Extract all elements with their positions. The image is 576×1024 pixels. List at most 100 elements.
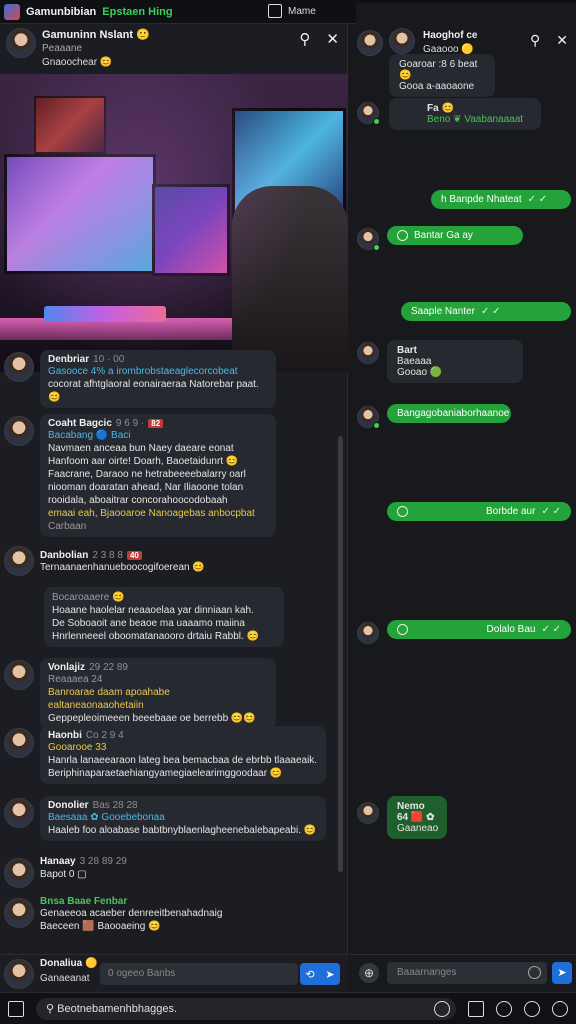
avatar[interactable] [4,660,34,690]
send-icon[interactable]: ➤ [325,968,334,981]
side-message-placeholder: Baaarnanges [397,967,457,978]
message-item[interactable]: Donolier Bas 28 28 Baesaaa ✿ Gooebebonaa … [4,796,326,841]
message-line: Baeaaa [397,356,432,367]
sender-name: Haonbi [48,730,82,741]
scrollbar[interactable] [338,436,343,872]
app-logo-icon [4,3,20,20]
avatar[interactable] [357,228,380,251]
online-indicator [373,244,380,251]
avatar[interactable] [4,798,34,828]
incoming-message[interactable]: Goaroar :8 6 beat 😊 Gooa a-aaoaone [389,54,495,97]
chat-header: Gamuninn Nslant 🙂 Peaaane Gnaoochear 😊 ⚲… [0,24,347,76]
avatar[interactable] [357,622,379,644]
read-receipt-icon: ✓ ✓ [541,624,561,635]
read-receipt-icon: ✓ ✓ [527,194,548,205]
message-text: Bangagobaniaborhaanoe [397,408,510,419]
avatar[interactable] [357,406,380,429]
window-icon[interactable] [468,1001,484,1017]
message-item[interactable]: Danbolian 2 3 8 8 40 Ternaanaenhanueboocog… [40,550,205,574]
avatar[interactable] [4,352,34,382]
message-line: Gooao 🟢 [397,367,443,378]
message-line: Gooarooe 33 [48,742,107,753]
sender-name: Danbolian [40,550,89,561]
window-menu[interactable]: Mame [268,4,316,18]
message-line: Reaaaea 24 [48,674,103,685]
chat-icon[interactable] [524,1001,540,1017]
avatar[interactable] [389,28,415,54]
avatar[interactable] [4,898,34,928]
message-line: niooman doaratan ahead, Nar Iliaoone tol… [48,482,244,493]
status-icon [397,624,408,635]
timestamp: 29 22 89 [89,662,128,673]
timestamp: 2 3 8 8 [92,550,123,561]
close-icon[interactable]: ✕ [326,30,339,48]
search-icon[interactable]: ⚲ [299,30,310,48]
outgoing-message[interactable]: Saaple Nanter ✓ ✓ [401,302,571,321]
send-button[interactable]: ➤ [552,962,572,984]
message-line: rooidala, aboaitrar concorahoocodobaah [48,495,228,506]
avatar[interactable] [4,416,34,446]
search-icon[interactable]: ⚲ [530,32,540,49]
main-chat-panel: Gamuninn Nslant 🙂 Peaaane Gnaoochear 😊 ⚲… [0,24,348,992]
avatar[interactable] [357,342,379,364]
settings-icon[interactable] [434,1001,450,1017]
sender-name: Bnsa Baae Fenbar [40,896,128,907]
message-input[interactable]: 0 ogeeo Banbs [100,963,298,985]
sender-name: Coaht Bagcic [48,418,112,429]
avatar[interactable] [357,802,379,824]
avatar[interactable] [4,959,34,989]
close-icon[interactable]: ✕ [556,32,568,49]
avatar[interactable] [357,30,383,56]
message-text: Saaple Nanter [411,306,475,317]
message-item[interactable]: Denbriar 10 · 00 Gasooce 4% a irombrobsta… [4,350,276,408]
send-button[interactable]: ⟲ ➤ [300,963,340,985]
outgoing-message[interactable]: Bangagobaniaborhaanoe [387,404,511,423]
message-line: Ternaanaenhanueboocogifoerean 😊 [40,562,205,573]
sender-name: Hanaay [40,856,76,867]
avatar[interactable] [4,728,34,758]
incoming-message[interactable]: Nemo 64 🟥 ✿ Gaaneao [387,796,447,839]
message-item[interactable]: Bnsa Baae Fenbar Genaeeoa acaeber denree… [4,896,222,933]
user-icon[interactable] [552,1001,568,1017]
add-icon[interactable]: ⊕ [359,963,379,983]
outgoing-message[interactable]: Dolalo Bau ✓ ✓ [387,620,571,639]
side-chat-title: Haoghof ce [423,30,478,41]
message-item[interactable]: Vonlajiz 29 22 89 Reaaaea 24 Banroarae da… [4,658,276,729]
status-icon [397,506,408,517]
avatar[interactable] [4,546,34,576]
avatar[interactable] [357,102,380,125]
outgoing-message[interactable]: Borbde aur ✓ ✓ [387,502,571,521]
outgoing-message[interactable]: h Banpde Nhateat ✓ ✓ [431,190,571,209]
message-item[interactable]: Coaht Bagcic 9 6 9 · 82 Bacabang 🔵 Baci Na… [4,414,276,537]
outgoing-message[interactable]: Bantar Ga ay [387,226,523,245]
message-composer: Donaliua 🟡 Ganaeanat 0 ogeeo Banbs ⟲ ➤ [0,954,348,992]
message-text: h Banpde Nhateat [441,194,522,205]
incoming-message[interactable]: Fa 😊 Beno ❦ Vaabanaaaat [389,98,541,130]
avatar[interactable] [6,28,36,58]
taskbar-search-input[interactable]: ⚲ Beotnebamenhbhagges. [36,998,456,1020]
message-line: Gasooce 4% a irombrobstaeaglecorcobeat [48,366,238,377]
message-item[interactable]: Haonbi Co 2 9 4 Gooarooe 33 Hanrla lanaee… [4,726,326,784]
sender-name: Donolier [48,800,89,811]
message-line: Navmaen anceaa bun Naey daeare eonat [48,443,234,454]
incoming-message[interactable]: Bart Baeaaa Gooao 🟢 [387,340,523,383]
avatar[interactable] [4,858,34,888]
start-icon[interactable] [8,1001,24,1017]
emoji-icon[interactable] [528,966,541,979]
message-line: Carbaan [48,521,87,532]
message-bubble: Coaht Bagcic 9 6 9 · 82 Bacabang 🔵 Baci Na… [40,414,276,537]
chat-status: Gnaoochear 😊 [42,57,113,68]
search-icon: ⚲ [46,1003,58,1015]
side-message-input[interactable]: Baaarnanges [387,962,547,984]
message-item[interactable]: Hanaay 3 28 89 29 Bapot 0 ▢ [4,856,127,888]
sender-name: Vonlajiz [48,662,86,673]
attach-icon[interactable]: ⟲ [305,968,314,981]
message-line: Genaeeoa acaeber denreeitbenahadnaig [40,908,223,919]
timestamp: 10 · 00 [93,354,125,365]
message-bubble: Haonbi Co 2 9 4 Gooarooe 33 Hanrla lanaee… [40,726,326,784]
message-bubble: Denbriar 10 · 00 Gasooce 4% a irombrobsta… [40,350,276,408]
timestamp: Bas 28 28 [92,800,138,811]
shared-image[interactable] [0,74,348,372]
message-bubble[interactable]: Bocaroaaere 😊 Hoaane haolelar neaaoelaa … [44,587,284,647]
camera-icon[interactable] [496,1001,512,1017]
